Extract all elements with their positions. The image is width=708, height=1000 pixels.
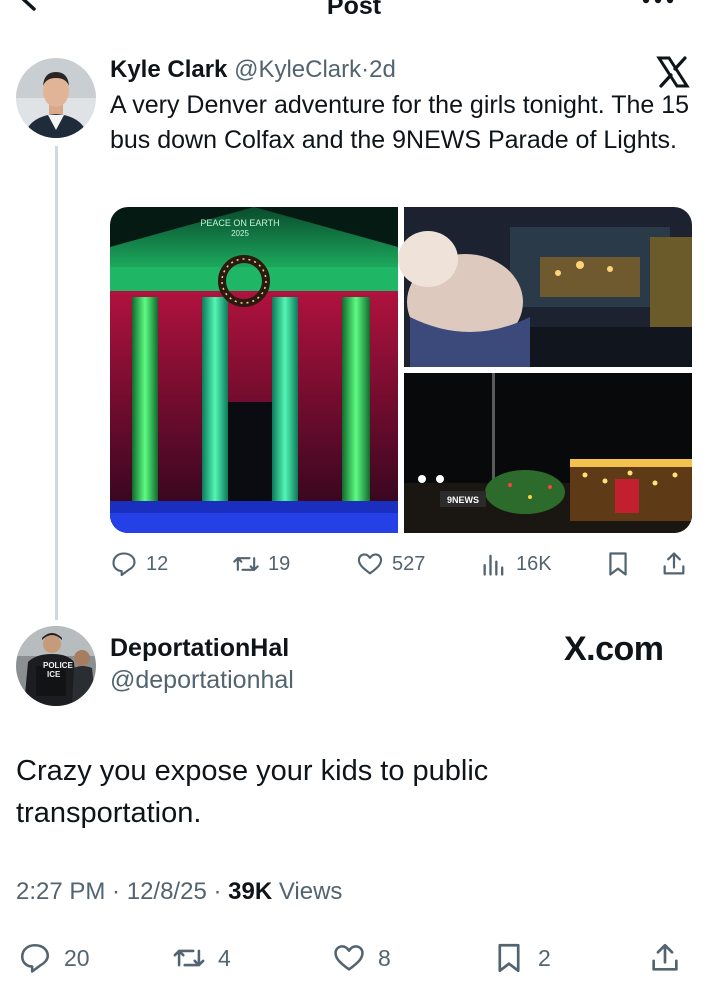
- original-post-header: Kyle Clark @KyleClark·2d: [110, 56, 396, 84]
- reply-button[interactable]: 20: [18, 938, 90, 978]
- like-count: 8: [378, 944, 391, 971]
- reply-button[interactable]: 12: [110, 548, 168, 580]
- repost-icon: [233, 557, 259, 571]
- share-icon: [652, 943, 678, 971]
- bookmark-button[interactable]: 2: [492, 938, 551, 978]
- author-name[interactable]: Kyle Clark: [110, 56, 227, 83]
- post-date: 12/8/25: [126, 878, 207, 905]
- reply-count: 12: [146, 552, 169, 575]
- media-grid[interactable]: PEACE ON EARTH 2025 9NEWS: [110, 207, 692, 533]
- reply-icon: [20, 943, 50, 973]
- share-button[interactable]: [648, 938, 682, 978]
- bookmark-icon: [609, 552, 627, 576]
- media-image-building[interactable]: PEACE ON EARTH 2025: [110, 207, 398, 533]
- vest-text-police: POLICE: [43, 661, 73, 670]
- post-metadata: 2:27 PM · 12/8/25 · 39K Views: [16, 878, 343, 905]
- float-sign-text: 9NEWS: [447, 495, 479, 505]
- like-count: 527: [392, 552, 426, 575]
- original-post-actions: 12 19 527 16K: [110, 548, 692, 580]
- vest-text-ice: ICE: [47, 670, 61, 679]
- share-button[interactable]: [660, 548, 688, 580]
- post-text: A very Denver adventure for the girls to…: [110, 91, 690, 154]
- repost-button[interactable]: 19: [232, 548, 290, 580]
- post-time: 2:27 PM: [16, 878, 106, 905]
- media-image-bus[interactable]: [398, 207, 692, 367]
- repost-count: 4: [218, 944, 231, 971]
- bookmark-icon: [498, 943, 520, 973]
- xcom-watermark: X.com: [564, 630, 664, 668]
- share-icon: [663, 552, 685, 575]
- post-age: 2d: [369, 56, 396, 83]
- building-sign-text: PEACE ON EARTH: [200, 218, 279, 228]
- heart-icon: [334, 945, 364, 971]
- avatar[interactable]: POLICE ICE: [16, 626, 96, 706]
- repost-button[interactable]: 4: [172, 938, 231, 978]
- views-button[interactable]: 16K: [480, 548, 552, 580]
- more-options-icon[interactable]: [638, 0, 678, 14]
- heart-icon: [357, 553, 383, 575]
- reply-icon: [112, 552, 136, 577]
- x-logo-icon: [656, 56, 690, 88]
- avatar[interactable]: [16, 58, 96, 138]
- views-chart-icon: [483, 554, 504, 576]
- separator-dot: ·: [361, 56, 370, 83]
- like-button[interactable]: 8: [332, 938, 391, 978]
- bookmark-count: 2: [538, 944, 551, 971]
- views-count: 16K: [516, 552, 552, 575]
- thread-connector-line: [55, 146, 58, 620]
- bookmark-button[interactable]: [604, 548, 632, 580]
- view-count: 39K: [228, 878, 273, 905]
- author-handle[interactable]: @KyleClark: [234, 56, 361, 83]
- repost-icon: [173, 949, 205, 967]
- media-image-parade[interactable]: 9NEWS: [404, 373, 692, 533]
- reply-author-handle[interactable]: @deportationhal: [110, 666, 294, 695]
- repost-count: 19: [268, 552, 291, 575]
- reply-text: Crazy you expose your kids to public tra…: [16, 755, 489, 829]
- reply-author-name[interactable]: DeportationHal: [110, 634, 289, 663]
- like-button[interactable]: 527: [356, 548, 425, 580]
- building-sign-year: 2025: [231, 229, 249, 238]
- reply-count: 20: [64, 944, 90, 971]
- reply-actions: 20 4 8 2: [16, 938, 692, 978]
- page-title: Post: [326, 0, 382, 20]
- views-label: Views: [278, 878, 343, 905]
